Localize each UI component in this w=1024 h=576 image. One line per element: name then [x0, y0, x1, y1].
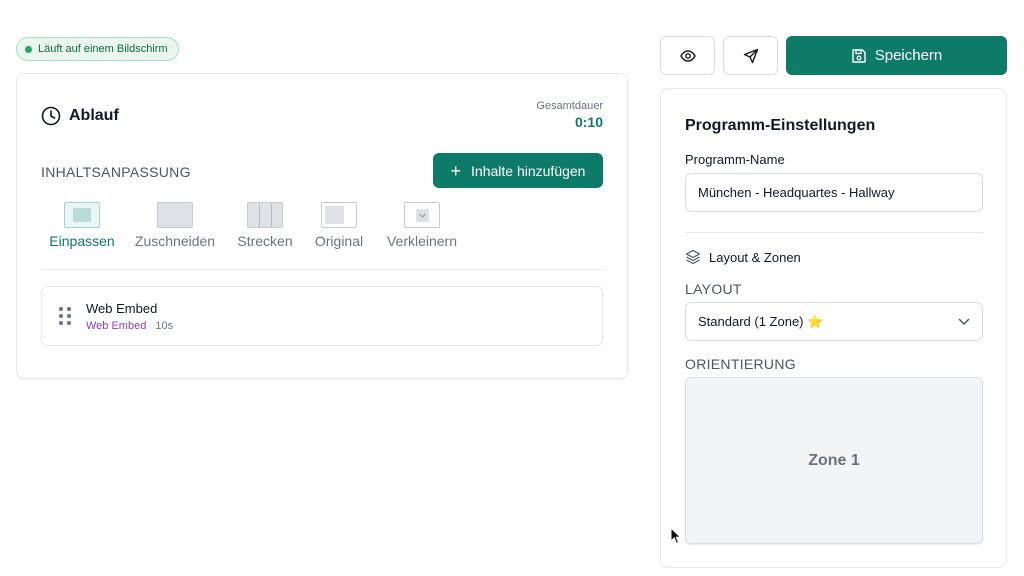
eye-icon: [679, 49, 696, 62]
layers-icon: [685, 249, 701, 265]
content-fit-label: INHALTSANPASSUNG: [41, 164, 191, 180]
fit-option-zuschneiden[interactable]: Zuschneiden: [123, 202, 227, 249]
settings-card: Programm-Einstellungen Programm-Name Lay…: [660, 88, 1007, 568]
fit-option-strecken[interactable]: Strecken: [227, 202, 303, 249]
layout-select-value: Standard (1 Zone) ⭐: [698, 313, 824, 329]
total-duration: Gesamtdauer 0:10: [536, 100, 603, 130]
status-dot-icon: [25, 45, 32, 53]
preview-button[interactable]: [660, 36, 715, 75]
layout-zones-label: Layout & Zonen: [709, 249, 801, 265]
program-name-label: Programm-Name: [685, 152, 785, 167]
divider: [685, 232, 983, 233]
plus-icon: +: [450, 160, 462, 181]
duration-value: 0:10: [574, 114, 603, 130]
fit-option-original[interactable]: Original: [303, 202, 375, 249]
item-duration: 10s: [155, 320, 174, 332]
divider: [41, 269, 603, 270]
fit-option-label: Zuschneiden: [134, 233, 216, 249]
fit-option-verkleinern[interactable]: Verkleinern: [375, 202, 469, 249]
duration-label: Gesamtdauer: [536, 100, 603, 112]
layout-label: LAYOUT: [685, 281, 742, 297]
status-text: Läuft auf einem Bildschirm: [38, 43, 168, 55]
shrink-thumb-icon: [404, 202, 440, 228]
orientation-label: ORIENTIERUNG: [685, 356, 796, 372]
save-icon: [852, 48, 866, 63]
layout-zones-header: Layout & Zonen: [685, 249, 801, 265]
timeline-card: Ablauf Gesamtdauer 0:10 INHALTSANPASSUNG…: [16, 73, 628, 379]
clock-icon: [41, 106, 61, 126]
fit-options: Einpassen Zuschneiden Strecken Original: [41, 202, 469, 249]
list-item[interactable]: Web Embed Web Embed 10s: [41, 286, 603, 346]
fit-option-einpassen[interactable]: Einpassen: [41, 202, 123, 249]
item-meta: Web Embed 10s: [86, 320, 173, 332]
fit-thumb-icon: [64, 202, 100, 228]
zone-preview[interactable]: Zone 1: [685, 377, 983, 544]
save-button[interactable]: Speichern: [786, 36, 1007, 75]
fit-option-label: Einpassen: [49, 233, 115, 249]
mouse-cursor-icon: [670, 527, 682, 545]
layout-select[interactable]: Standard (1 Zone) ⭐: [685, 302, 983, 341]
item-title: Web Embed: [86, 301, 158, 316]
original-thumb-icon: [321, 202, 357, 228]
zone-label: Zone 1: [808, 451, 860, 469]
status-badge: Läuft auf einem Bildschirm: [16, 37, 179, 61]
settings-title: Programm-Einstellungen: [685, 117, 876, 134]
save-label: Speichern: [874, 47, 943, 64]
item-type-tag: Web Embed: [86, 320, 147, 332]
timeline-title: Ablauf: [69, 107, 119, 124]
send-button[interactable]: [723, 36, 778, 75]
add-content-button[interactable]: + Inhalte hinzufügen: [433, 153, 603, 188]
drag-handle-icon[interactable]: [59, 307, 71, 325]
stretch-thumb-icon: [247, 202, 283, 228]
crop-thumb-icon: [157, 202, 193, 228]
add-content-label: Inhalte hinzufügen: [471, 162, 586, 179]
fit-option-label: Original: [314, 233, 364, 249]
timeline-header: Ablauf: [41, 106, 119, 126]
fit-option-label: Strecken: [237, 233, 293, 249]
program-name-input[interactable]: [685, 173, 983, 212]
chevron-down-icon: [958, 318, 970, 325]
send-icon: [743, 48, 758, 63]
fit-option-label: Verkleinern: [386, 233, 458, 249]
